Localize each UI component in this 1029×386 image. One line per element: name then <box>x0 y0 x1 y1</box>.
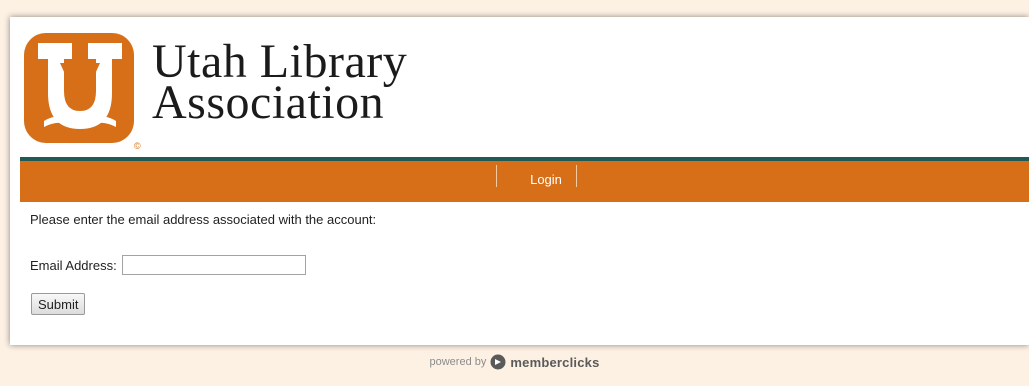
nav-separator <box>576 165 577 187</box>
email-address-input[interactable] <box>122 255 307 275</box>
site-header: © Utah Library Association <box>10 17 1029 157</box>
page-panel: © Utah Library Association Login Please … <box>10 17 1029 345</box>
nav-separator <box>496 165 497 187</box>
main-nav-bar: Login <box>20 157 1029 202</box>
memberclicks-brand: memberclicks <box>510 354 600 370</box>
nav-item-login[interactable]: Login <box>506 161 586 198</box>
logo-line-2: Association <box>152 76 385 129</box>
form-instructions: Please enter the email address associate… <box>30 212 377 227</box>
email-label: Email Address: <box>30 257 117 273</box>
logo-wordmark: Utah Library Association <box>152 38 407 129</box>
memberclicks-logo-icon <box>490 354 506 370</box>
powered-by-link[interactable]: powered by memberclicks <box>430 354 600 370</box>
submit-button[interactable]: Submit <box>31 293 86 315</box>
copyright-mark: © <box>134 141 141 151</box>
footer: powered by memberclicks <box>0 354 1029 370</box>
utah-library-association-logo-icon[interactable]: © <box>20 29 150 151</box>
email-field-row: Email Address: <box>30 255 307 275</box>
powered-by-text: powered by <box>429 356 487 368</box>
